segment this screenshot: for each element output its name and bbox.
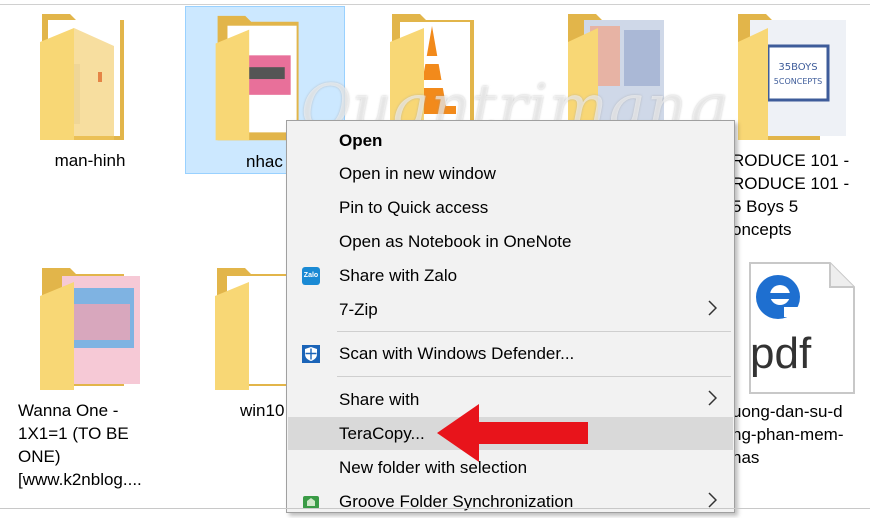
menu-separator: [337, 331, 731, 332]
file-label: RODUCE 101 - RODUCE 101 - 5 Boys 5 oncep…: [732, 149, 870, 241]
annotation-arrow-icon: [437, 404, 588, 462]
file-label-line: 5 Boys 5: [732, 197, 799, 216]
menu-item-label: Open as Notebook in OneNote: [339, 232, 572, 251]
windows-defender-icon: [302, 345, 320, 363]
menu-item-open-new-window[interactable]: Open in new window: [288, 157, 733, 190]
menu-item-label: Scan with Windows Defender...: [339, 344, 575, 363]
svg-text:5CONCEPTS: 5CONCEPTS: [774, 77, 822, 86]
file-label: man-hinh: [54, 151, 126, 170]
menu-item-scan-defender[interactable]: Scan with Windows Defender...: [288, 337, 733, 370]
folder-icon: [40, 14, 124, 140]
zalo-icon: Zalo: [302, 267, 320, 285]
menu-item-share-zalo[interactable]: Zalo Share with Zalo: [288, 259, 733, 292]
folder-album-icon: [40, 268, 140, 390]
top-border: [0, 4, 870, 5]
folder-wanna-one[interactable]: Wanna One - 1X1=1 (TO BE ONE) [www.k2nbl…: [10, 260, 170, 500]
svg-text:35BOYS: 35BOYS: [778, 62, 817, 73]
file-label-line: 1X1=1 (TO BE: [18, 424, 129, 443]
menu-item-pin-quick-access[interactable]: Pin to Quick access: [288, 191, 733, 224]
file-label: Wanna One - 1X1=1 (TO BE ONE) [www.k2nbl…: [18, 399, 178, 491]
file-label-line: ONE): [18, 447, 61, 466]
file-label-line: RODUCE 101 -: [732, 174, 850, 193]
menu-item-label: Open: [339, 131, 383, 150]
file-label-line: ng-phan-mem-: [732, 425, 844, 444]
menu-item-label: Open in new window: [339, 164, 496, 183]
menu-item-label: Share with Zalo: [339, 266, 458, 285]
menu-item-open-onenote[interactable]: Open as Notebook in OneNote: [288, 225, 733, 258]
pdf-text: pdf: [750, 329, 812, 378]
menu-item-groove-sync[interactable]: Groove Folder Synchronization: [288, 485, 733, 518]
menu-separator: [337, 376, 731, 377]
file-label: uong-dan-su-d ng-phan-mem- nas: [732, 400, 870, 469]
folder-man-hinh[interactable]: man-hinh: [10, 6, 170, 176]
menu-item-label: Pin to Quick access: [339, 198, 489, 217]
menu-item-label: Share with: [339, 390, 420, 409]
file-label-line: Wanna One -: [18, 401, 119, 420]
menu-item-label: TeraCopy...: [339, 424, 425, 443]
menu-item-label: Groove Folder Synchronization: [339, 492, 574, 511]
chevron-right-icon: [708, 492, 717, 508]
file-label-line: nas: [732, 448, 760, 467]
menu-item-7zip[interactable]: 7-Zip: [288, 293, 733, 326]
file-label-line: uong-dan-su-d: [732, 402, 843, 421]
file-label-line: RODUCE 101 -: [732, 151, 850, 170]
menu-item-open[interactable]: Open: [288, 124, 733, 157]
file-label-line: oncepts: [732, 220, 792, 239]
file-label-line: [www.k2nblog....: [18, 470, 142, 489]
menu-item-label: 7-Zip: [339, 300, 378, 319]
chevron-right-icon: [708, 390, 717, 406]
bottom-border: [0, 508, 870, 509]
chevron-right-icon: [708, 300, 717, 316]
